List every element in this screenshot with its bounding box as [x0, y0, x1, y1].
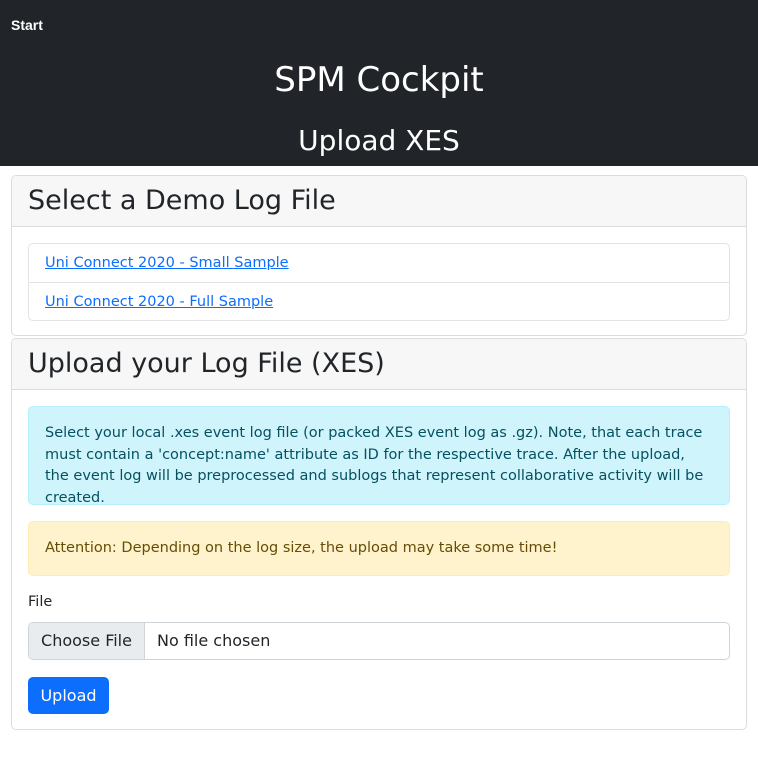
file-field-label: File — [28, 594, 53, 610]
start-nav-link[interactable]: Start — [11, 17, 43, 33]
demo-link-small-sample[interactable]: Uni Connect 2020 - Small Sample — [45, 255, 289, 271]
choose-file-button[interactable]: Choose File — [29, 623, 145, 659]
demo-link-full-sample[interactable]: Uni Connect 2020 - Full Sample — [45, 294, 273, 310]
demo-card-title: Select a Demo Log File — [28, 185, 336, 216]
top-header-bar: Start SPM Cockpit Upload XES — [0, 0, 758, 166]
list-item: Uni Connect 2020 - Small Sample — [29, 244, 729, 283]
list-item: Uni Connect 2020 - Full Sample — [29, 283, 729, 322]
file-status-text: No file chosen — [157, 631, 271, 650]
upload-card-header: Upload your Log File (XES) — [12, 339, 746, 390]
app-title: SPM Cockpit — [274, 60, 484, 100]
warning-alert: Attention: Depending on the log size, th… — [28, 521, 730, 576]
demo-log-list: Uni Connect 2020 - Small Sample Uni Conn… — [28, 243, 730, 321]
file-input[interactable]: Choose File No file chosen — [28, 622, 730, 660]
page-subtitle: Upload XES — [298, 124, 460, 157]
upload-card-title: Upload your Log File (XES) — [28, 348, 385, 379]
info-alert: Select your local .xes event log file (o… — [28, 406, 730, 506]
demo-card-header: Select a Demo Log File — [12, 176, 746, 227]
demo-log-card: Select a Demo Log File Uni Connect 2020 … — [11, 175, 747, 336]
upload-button[interactable]: Upload — [28, 677, 109, 714]
upload-log-card: Upload your Log File (XES) Select your l… — [11, 338, 747, 730]
